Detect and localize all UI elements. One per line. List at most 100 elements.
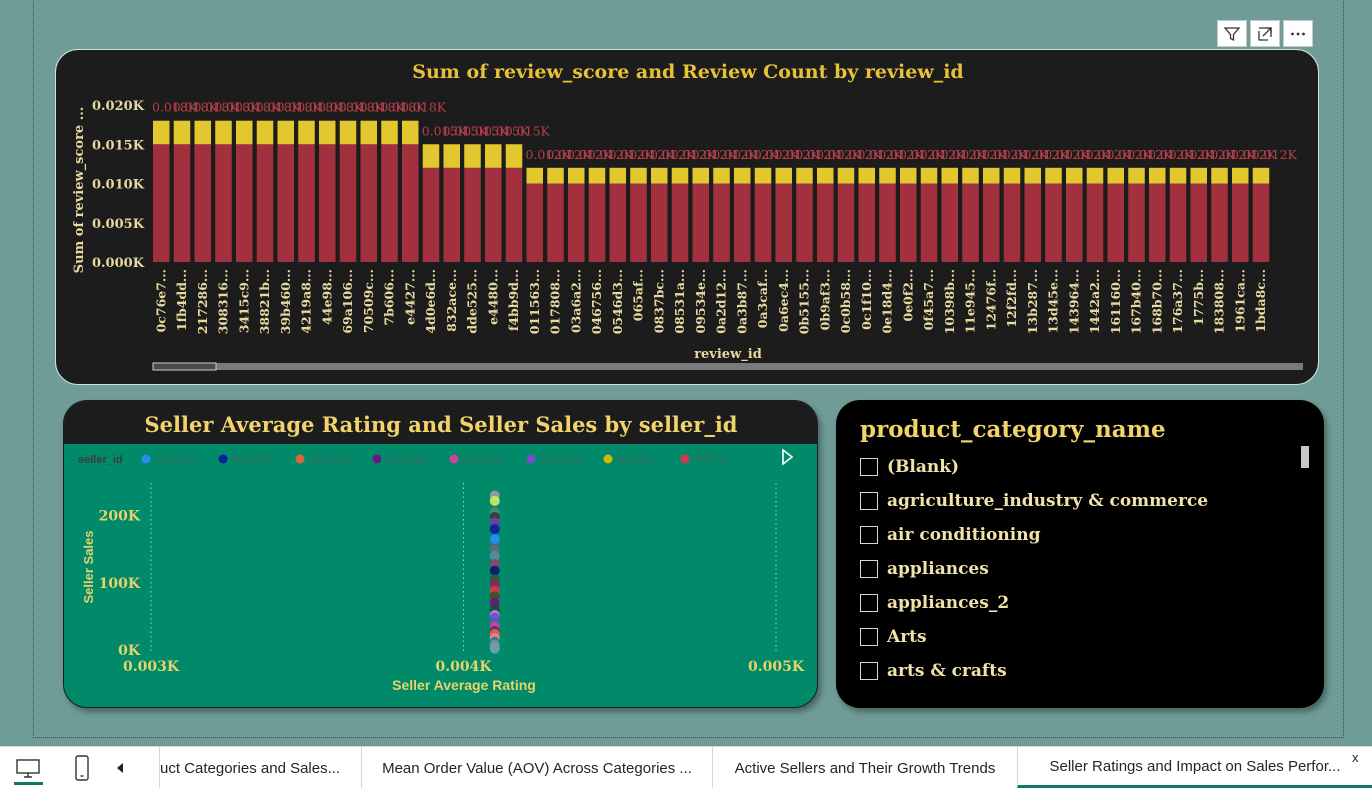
x-tick-label: 0e18d4... [880,269,895,334]
bar-segment-review-count [173,120,191,145]
x-tick-label: 143964... [1066,269,1081,334]
review-bar-chart-card[interactable]: Sum of review_score and Review Count by … [55,49,1319,385]
bar-segment-review-count [547,167,564,184]
x-tick-label: 39b460... [278,269,293,334]
slicer-item[interactable]: appliances [860,552,1290,586]
x-tick-label: 0a6ec4... [776,269,791,332]
x-tick-label: 308316... [216,269,231,334]
bar-segment-review-score [381,144,398,262]
slicer-title: product_category_name [860,416,1166,443]
bar-segment-review-score [1211,183,1228,262]
checkbox[interactable] [860,560,878,578]
slicer-item[interactable]: (Blank) [860,450,1290,484]
tab-seller-ratings[interactable]: Seller Ratings and Impact on Sales Perfo… [1017,747,1372,788]
bar-segment-review-count [215,120,232,145]
x-tick-label: 4219a8... [299,269,314,334]
checkbox[interactable] [860,662,878,680]
product-category-slicer[interactable]: product_category_name (Blank) agricultur… [836,400,1324,708]
desktop-icon [16,759,40,778]
bar-segment-review-count [983,167,1000,184]
bar-segment-review-count [360,120,377,145]
horizontal-scrollbar-track[interactable] [153,363,1303,370]
slicer-item[interactable]: agriculture_industry & commerce [860,484,1290,518]
slicer-scrollbar-thumb[interactable] [1301,446,1309,468]
bar-segment-review-count [1024,167,1041,184]
legend-item-label: 002100f... [231,454,280,466]
x-tick-label: e4480... [485,269,500,325]
tab-product-categories-sales[interactable]: uct Categories and Sales... [159,747,361,788]
legend-item-label: 00ab3eff... [462,454,514,466]
slicer-item[interactable]: air conditioning [860,518,1290,552]
slicer-item[interactable]: appliances_2 [860,586,1290,620]
bar-segment-review-count [1252,167,1270,184]
bar-segment-review-count [568,167,585,184]
close-tab-button[interactable]: x [1352,750,1359,765]
slicer-item[interactable]: arts & crafts [860,654,1290,688]
x-tick-label: 183808... [1212,269,1227,334]
x-tick-label: 0b5155... [797,269,812,334]
legend-marker [526,454,536,464]
bar-segment-review-score [526,183,543,262]
bar-segment-review-score [796,183,813,262]
bar-segment-review-score [1107,183,1124,262]
legend-marker [449,454,459,464]
seller-scatter-chart-card[interactable]: Seller Average Rating and Seller Sales b… [63,400,818,708]
y-tick-label: 200K [99,509,141,525]
bar-segment-review-count [630,167,647,184]
previous-page-button[interactable] [108,747,132,788]
checkbox[interactable] [860,526,878,544]
checkbox[interactable] [860,492,878,510]
horizontal-scrollbar-thumb[interactable] [152,362,217,371]
mobile-view-button[interactable] [56,747,108,788]
tab-mean-order-value[interactable]: Mean Order Value (AOV) Across Categories… [361,747,712,788]
bar-segment-review-score [588,183,606,262]
bar-segment-review-count [236,120,253,145]
bar-segment-review-score [443,167,460,262]
slicer-item-label: air conditioning [887,525,1041,545]
legend-item-label: 004c09d... [308,454,359,466]
bar-segment-review-count [422,144,440,168]
seller-scatter-chart: Seller Average Rating and Seller Sales b… [78,412,805,693]
x-tick-label: 0.004K [435,659,492,675]
scatter-legend-title: seller_id [78,454,123,466]
x-tick-label: 217286... [195,269,210,334]
bar-segment-review-count [879,167,896,184]
y-tick-label: 0.010K [92,178,145,193]
bar-chart-x-axis-label: review_id [694,347,762,362]
tab-active-sellers[interactable]: Active Sellers and Their Growth Trends [712,747,1017,788]
checkbox[interactable] [860,458,878,476]
scatter-y-axis-label: Seller Sales [81,531,96,604]
bar-segment-review-count [277,120,294,145]
slicer-item-label: Arts [887,627,927,647]
bar-segment-review-count [1149,167,1166,184]
focus-mode-icon [1258,26,1272,41]
visual-header-toolbar [1217,20,1313,47]
bar-segment-review-score [1232,183,1249,262]
bar-segment-review-score [837,183,855,262]
bar-segment-review-score [153,144,170,262]
tab-label: Mean Order Value (AOV) Across Categories… [382,759,692,777]
legend-marker [218,454,228,464]
y-tick-label: 0K [118,643,141,659]
bar-segment-review-count [1045,167,1062,184]
slicer-item[interactable]: Arts [860,620,1290,654]
x-tick-label: 1fb4dd... [174,269,189,331]
bar-segment-review-score [879,183,896,262]
legend-next-arrow-icon[interactable] [782,448,794,466]
filter-button[interactable] [1217,20,1247,47]
focus-mode-button[interactable] [1250,20,1280,47]
bar-segment-review-count [402,120,419,145]
slicer-item-label: appliances [887,559,989,579]
more-options-button[interactable] [1283,20,1313,47]
bar-segment-review-score [692,183,709,262]
bar-segment-review-score [651,183,668,262]
bar-chart-y-axis-label: Sum of review_score ... [72,107,87,274]
scatter-point [489,534,500,545]
tab-label: Seller Ratings and Impact on Sales Perfo… [1049,757,1341,775]
x-tick-label: 03a6a2... [568,269,583,333]
bar-segment-review-score [1128,183,1145,262]
x-tick-label: 1442a2... [1087,269,1102,334]
x-tick-label: 0a2d12... [714,269,729,334]
checkbox[interactable] [860,628,878,646]
checkbox[interactable] [860,594,878,612]
